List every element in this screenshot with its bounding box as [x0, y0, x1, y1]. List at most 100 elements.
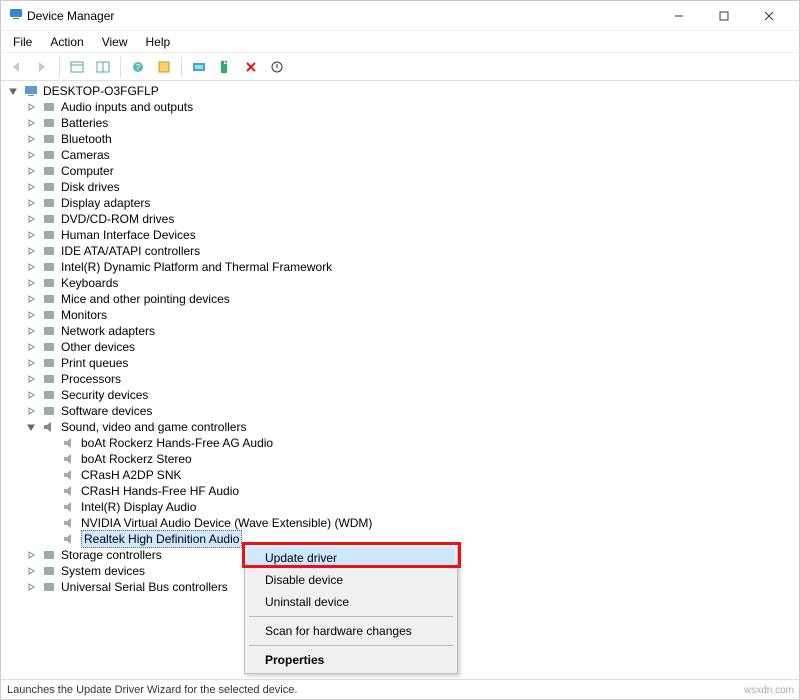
- expander-closed-icon[interactable]: [25, 165, 37, 177]
- menu-file[interactable]: File: [5, 33, 40, 51]
- category-icon: [41, 387, 57, 403]
- show-hidden-button[interactable]: [65, 55, 89, 79]
- tree-category[interactable]: Keyboards: [1, 275, 799, 291]
- action-button[interactable]: [152, 55, 176, 79]
- tree-device[interactable]: NVIDIA Virtual Audio Device (Wave Extens…: [1, 515, 799, 531]
- audio-device-icon: [61, 499, 77, 515]
- tree-category[interactable]: Network adapters: [1, 323, 799, 339]
- device-label: Intel(R) Display Audio: [81, 499, 196, 515]
- category-label: Security devices: [61, 387, 148, 403]
- category-label: Sound, video and game controllers: [61, 419, 246, 435]
- category-label: Bluetooth: [61, 131, 112, 147]
- category-label: Monitors: [61, 307, 107, 323]
- toolbar: ?: [1, 53, 799, 81]
- close-button[interactable]: [746, 2, 791, 30]
- category-label: Print queues: [61, 355, 128, 371]
- menu-view[interactable]: View: [94, 33, 136, 51]
- tree-category[interactable]: Human Interface Devices: [1, 227, 799, 243]
- device-label: CRasH Hands-Free HF Audio: [81, 483, 239, 499]
- expander-closed-icon[interactable]: [25, 325, 37, 337]
- audio-device-icon: [61, 451, 77, 467]
- expander-closed-icon[interactable]: [25, 149, 37, 161]
- minimize-button[interactable]: [656, 2, 701, 30]
- audio-device-icon: [61, 531, 77, 547]
- ctx-scan-hardware[interactable]: Scan for hardware changes: [247, 620, 455, 642]
- disable-button[interactable]: [265, 55, 289, 79]
- tree-category[interactable]: Audio inputs and outputs: [1, 99, 799, 115]
- menubar: File Action View Help: [1, 31, 799, 53]
- tree-category[interactable]: Mice and other pointing devices: [1, 291, 799, 307]
- category-label: Mice and other pointing devices: [61, 291, 230, 307]
- tree-category[interactable]: Security devices: [1, 387, 799, 403]
- expander-closed-icon[interactable]: [25, 293, 37, 305]
- expander-closed-icon[interactable]: [25, 197, 37, 209]
- expander-closed-icon[interactable]: [25, 181, 37, 193]
- help-button[interactable]: ?: [126, 55, 150, 79]
- tree-category[interactable]: IDE ATA/ATAPI controllers: [1, 243, 799, 259]
- expander-closed-icon[interactable]: [25, 245, 37, 257]
- category-icon: [41, 115, 57, 131]
- expander-closed-icon[interactable]: [25, 549, 37, 561]
- category-icon: [41, 243, 57, 259]
- expander-closed-icon[interactable]: [25, 373, 37, 385]
- tree-category[interactable]: Print queues: [1, 355, 799, 371]
- tree-category[interactable]: Software devices: [1, 403, 799, 419]
- category-icon: [41, 227, 57, 243]
- category-label: Storage controllers: [61, 547, 162, 563]
- ctx-update-driver[interactable]: Update driver: [247, 547, 455, 569]
- expander-closed-icon[interactable]: [25, 229, 37, 241]
- tree-root[interactable]: DESKTOP-O3FGFLP: [1, 83, 799, 99]
- tree-category-sound[interactable]: Sound, video and game controllers: [1, 419, 799, 435]
- tree-category[interactable]: Cameras: [1, 147, 799, 163]
- tree-category[interactable]: Monitors: [1, 307, 799, 323]
- tree-device[interactable]: Intel(R) Display Audio: [1, 499, 799, 515]
- tree-device[interactable]: boAt Rockerz Hands-Free AG Audio: [1, 435, 799, 451]
- tree-device[interactable]: boAt Rockerz Stereo: [1, 451, 799, 467]
- ctx-disable-device[interactable]: Disable device: [247, 569, 455, 591]
- ctx-properties[interactable]: Properties: [247, 649, 455, 671]
- update-driver-button[interactable]: [213, 55, 237, 79]
- expander-open-icon[interactable]: [7, 85, 19, 97]
- watermark: wsxdn.com: [744, 685, 794, 696]
- tree-category[interactable]: Intel(R) Dynamic Platform and Thermal Fr…: [1, 259, 799, 275]
- maximize-button[interactable]: [701, 2, 746, 30]
- expander-open-icon[interactable]: [25, 421, 37, 433]
- expander-closed-icon[interactable]: [25, 357, 37, 369]
- ctx-uninstall-device[interactable]: Uninstall device: [247, 591, 455, 613]
- menu-action[interactable]: Action: [42, 33, 91, 51]
- device-label: CRasH A2DP SNK: [81, 467, 181, 483]
- tree-category[interactable]: DVD/CD-ROM drives: [1, 211, 799, 227]
- tree-device[interactable]: CRasH Hands-Free HF Audio: [1, 483, 799, 499]
- category-label: Audio inputs and outputs: [61, 99, 193, 115]
- category-icon: [41, 339, 57, 355]
- expander-closed-icon[interactable]: [25, 277, 37, 289]
- tree-category[interactable]: Batteries: [1, 115, 799, 131]
- expander-closed-icon[interactable]: [25, 213, 37, 225]
- tree-category[interactable]: Display adapters: [1, 195, 799, 211]
- tree-category[interactable]: Bluetooth: [1, 131, 799, 147]
- expander-closed-icon[interactable]: [25, 101, 37, 113]
- svg-text:?: ?: [136, 63, 141, 72]
- category-label: Processors: [61, 371, 121, 387]
- view-button[interactable]: [91, 55, 115, 79]
- category-icon: [41, 291, 57, 307]
- tree-category[interactable]: Processors: [1, 371, 799, 387]
- uninstall-button[interactable]: [239, 55, 263, 79]
- expander-closed-icon[interactable]: [25, 117, 37, 129]
- expander-closed-icon[interactable]: [25, 405, 37, 417]
- expander-closed-icon[interactable]: [25, 133, 37, 145]
- category-icon: [41, 275, 57, 291]
- tree-device[interactable]: CRasH A2DP SNK: [1, 467, 799, 483]
- expander-closed-icon[interactable]: [25, 565, 37, 577]
- expander-closed-icon[interactable]: [25, 581, 37, 593]
- expander-closed-icon[interactable]: [25, 309, 37, 321]
- menu-help[interactable]: Help: [138, 33, 179, 51]
- tree-category[interactable]: Other devices: [1, 339, 799, 355]
- scan-button[interactable]: [187, 55, 211, 79]
- category-icon: [41, 403, 57, 419]
- tree-category[interactable]: Computer: [1, 163, 799, 179]
- tree-category[interactable]: Disk drives: [1, 179, 799, 195]
- expander-closed-icon[interactable]: [25, 341, 37, 353]
- expander-closed-icon[interactable]: [25, 389, 37, 401]
- expander-closed-icon[interactable]: [25, 261, 37, 273]
